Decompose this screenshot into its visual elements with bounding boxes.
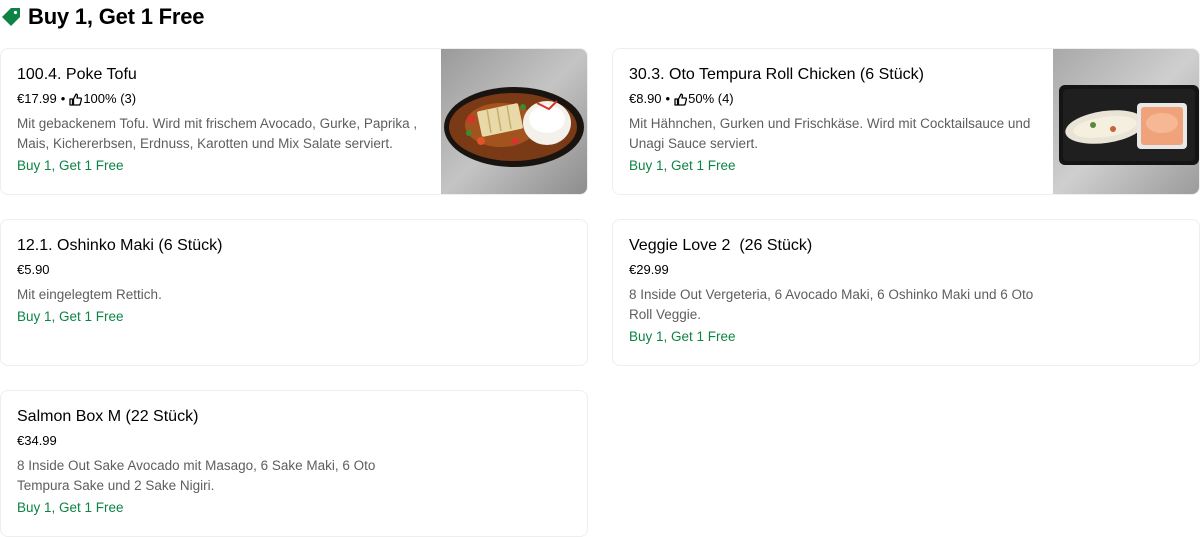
item-description: Mit Hähnchen, Gurken und Frischkäse. Wir… [629,116,1031,151]
item-price: €34.99 [17,433,57,448]
menu-item-card[interactable]: 12.1. Oshinko Maki (6 Stück) €5.90 Mit e… [0,219,588,366]
promo-label: Buy 1, Get 1 Free [629,158,736,173]
item-name: 12.1. Oshinko Maki (6 Stück) [17,237,223,254]
menu-item-card[interactable]: Salmon Box M (22 Stück) €34.99 8 Inside … [0,390,588,537]
poke-tofu-image [441,49,587,194]
item-rating: 50% (4) [688,91,734,106]
item-name: Salmon Box M (22 Stück) [17,408,199,425]
menu-item-card[interactable]: Veggie Love 2 (26 Stück) €29.99 8 Inside… [612,219,1200,366]
item-price: €5.90 [17,262,50,277]
promo-label: Buy 1, Get 1 Free [17,309,124,324]
promo-label: Buy 1, Get 1 Free [17,158,124,173]
item-meta: €5.90 [17,261,427,279]
item-price: €8.90 [629,91,662,106]
item-name: Veggie Love 2 (26 Stück) [629,237,813,254]
item-name: 30.3. Oto Tempura Roll Chicken (6 Stück) [629,66,924,83]
item-description: 8 Inside Out Vergeteria, 6 Avocado Maki,… [629,287,1034,322]
item-description: 8 Inside Out Sake Avocado mit Masago, 6 … [17,458,376,493]
item-description: Mit eingelegtem Rettich. [17,287,162,302]
menu-item-info: 30.3. Oto Tempura Roll Chicken (6 Stück)… [629,65,1039,176]
item-name: 100.4. Poke Tofu [17,66,137,83]
tempura-roll-image [1053,49,1199,194]
meta-separator: • [60,91,66,106]
meta-separator: • [665,91,671,106]
item-meta: €8.90 • 50% (4) [629,90,1039,108]
promo-label: Buy 1, Get 1 Free [17,500,124,515]
menu-item-card[interactable]: 100.4. Poke Tofu €17.99 • 100% (3) Mit g… [0,48,588,195]
item-meta: €34.99 [17,432,427,450]
item-rating: 100% (3) [83,91,137,106]
tag-icon [0,6,22,28]
thumbs-up-icon [674,93,688,106]
menu-item-info: Salmon Box M (22 Stück) €34.99 8 Inside … [17,407,427,518]
item-price: €29.99 [629,262,669,277]
promo-label: Buy 1, Get 1 Free [629,329,736,344]
thumbs-up-icon [69,93,83,106]
menu-item-info: 12.1. Oshinko Maki (6 Stück) €5.90 Mit e… [17,236,427,327]
section-header: Buy 1, Get 1 Free [0,2,205,32]
item-description: Mit gebackenem Tofu. Wird mit frischem A… [17,116,418,151]
menu-item-info: Veggie Love 2 (26 Stück) €29.99 8 Inside… [629,236,1039,347]
menu-item-card[interactable]: 30.3. Oto Tempura Roll Chicken (6 Stück)… [612,48,1200,195]
menu-item-info: 100.4. Poke Tofu €17.99 • 100% (3) Mit g… [17,65,427,176]
item-price: €17.99 [17,91,57,106]
section-title: Buy 1, Get 1 Free [28,4,205,29]
item-meta: €17.99 • 100% (3) [17,90,427,108]
item-meta: €29.99 [629,261,1039,279]
